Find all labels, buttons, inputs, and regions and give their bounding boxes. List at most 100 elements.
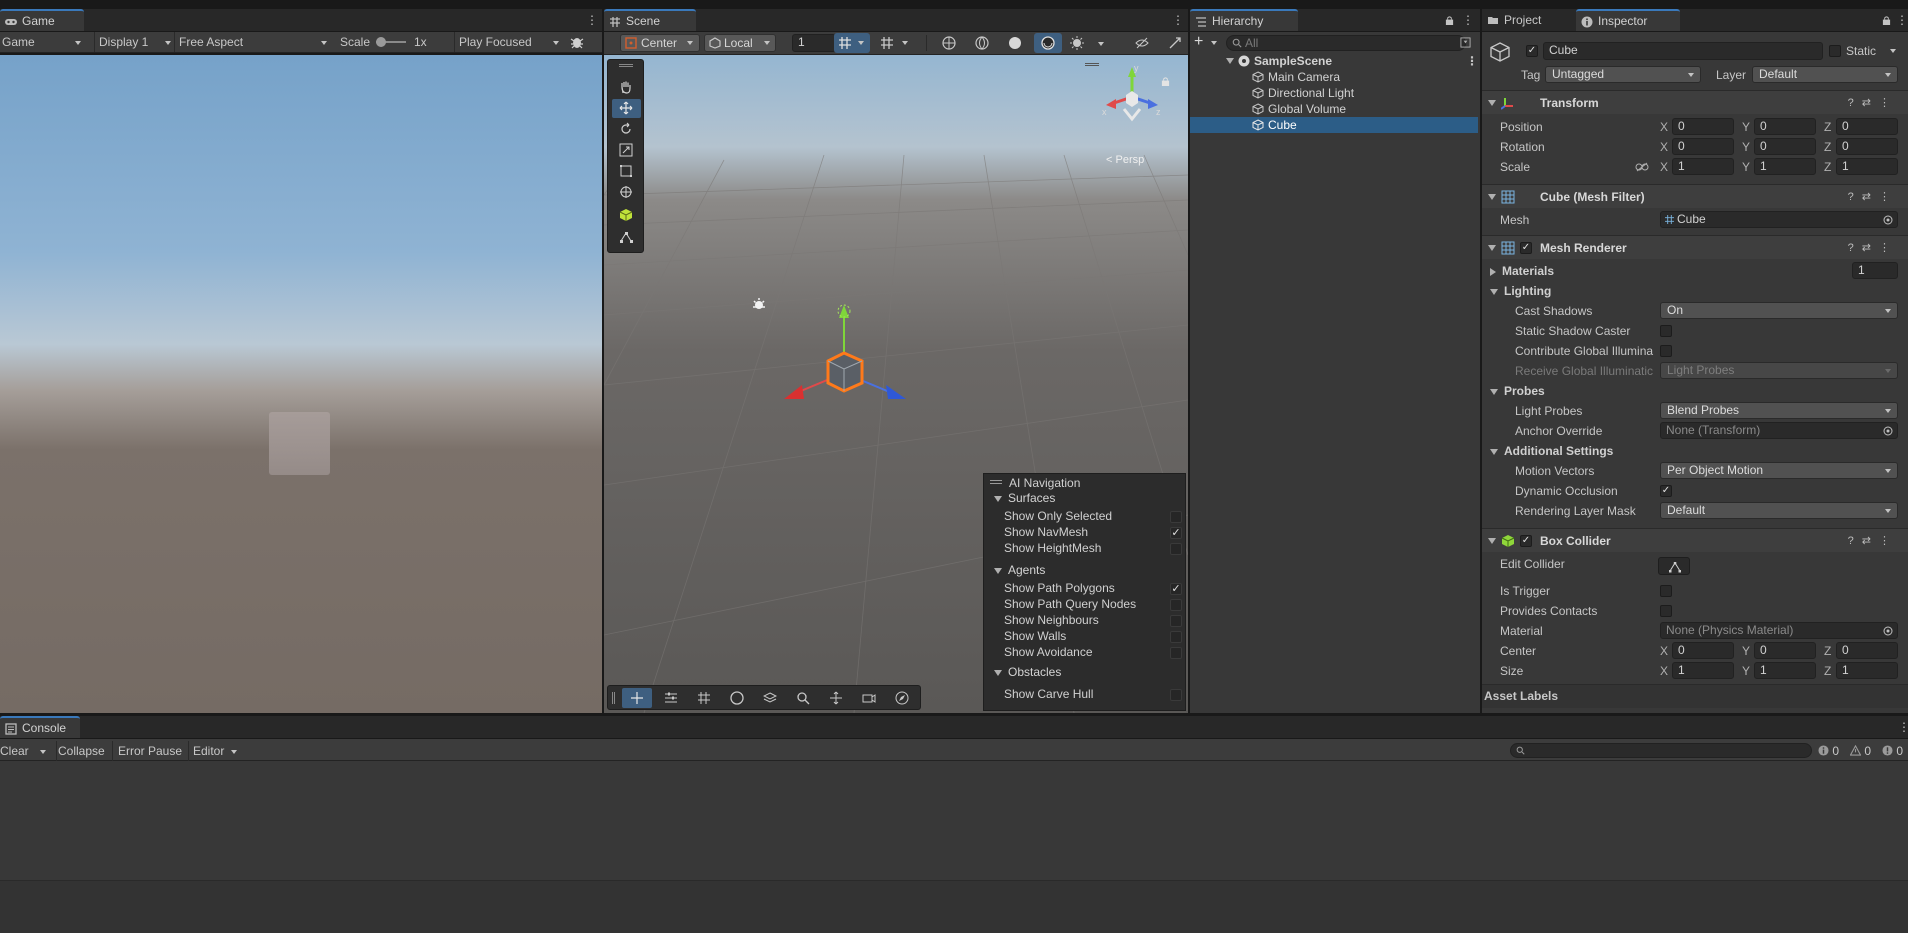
clear-button[interactable]: Clear [0, 741, 48, 761]
transform-tool-button[interactable] [612, 183, 641, 202]
tab-hierarchy[interactable]: Hierarchy [1190, 9, 1298, 31]
position-x-field[interactable]: 0 [1672, 118, 1734, 135]
obstacles-section-header[interactable]: Obstacles [994, 665, 1061, 679]
show-walls-checkbox[interactable] [1170, 631, 1182, 643]
persp-toggle[interactable]: < Persp [1106, 154, 1144, 166]
component-header-icons[interactable]: ?⇄⋮ [1848, 534, 1898, 547]
edit-collider-button[interactable] [1658, 557, 1690, 575]
tab-game[interactable]: Game [0, 9, 84, 31]
transform-header[interactable]: Transform ?⇄⋮ [1482, 90, 1908, 114]
spline-tool-button[interactable] [612, 228, 641, 247]
cast-shadows-dropdown[interactable]: On [1660, 302, 1898, 319]
scale-tool-button[interactable] [612, 141, 641, 160]
show-path-polygons-checkbox[interactable]: ✓ [1170, 583, 1182, 595]
contribute-gi-checkbox[interactable] [1660, 345, 1672, 357]
scene-row-menu-icon[interactable]: ⋮ [1466, 55, 1478, 67]
tab-inspector[interactable]: Inspector [1576, 9, 1680, 31]
tag-dropdown[interactable]: Untagged [1545, 66, 1701, 83]
mesh-renderer-header[interactable]: ✓ Mesh Renderer ?⇄⋮ [1482, 235, 1908, 259]
overlay-grip[interactable] [990, 480, 1002, 484]
show-only-selected-checkbox[interactable] [1170, 511, 1182, 523]
object-picker-icon[interactable] [1883, 426, 1893, 436]
active-checkbox[interactable]: ✓ [1526, 45, 1538, 57]
hierarchy-menu-icon[interactable]: ⋮ [1462, 14, 1474, 26]
scene-panel-menu-icon[interactable]: ⋮ [1172, 14, 1184, 26]
provides-contacts-checkbox[interactable] [1660, 605, 1672, 617]
camera-icon[interactable] [862, 691, 876, 705]
mesh-renderer-enabled-checkbox[interactable]: ✓ [1520, 242, 1532, 254]
overlay-toolbar-grip[interactable] [612, 692, 615, 704]
object-name-field[interactable]: Cube [1543, 42, 1823, 60]
dynamic-occlusion-checkbox[interactable]: ✓ [1660, 485, 1672, 497]
component-header-icons[interactable]: ?⇄⋮ [1848, 96, 1898, 109]
error-count-toggle[interactable]: 0 [1882, 741, 1903, 761]
compass-icon[interactable] [895, 691, 909, 705]
hand-tool-button[interactable] [612, 78, 641, 97]
center-z-field[interactable]: 0 [1836, 642, 1898, 659]
orientation-gizmo-menu-icon[interactable] [1085, 63, 1099, 66]
scale-z-field[interactable]: 1 [1836, 158, 1898, 175]
probes-foldout[interactable]: Probes [1490, 384, 1545, 398]
space-local-dropdown[interactable]: Local [704, 34, 776, 52]
show-carve-hull-checkbox[interactable] [1170, 689, 1182, 701]
orientation-gizmo[interactable]: y x z [1100, 63, 1164, 127]
center-x-field[interactable]: 0 [1672, 642, 1734, 659]
mesh-object-field[interactable]: Cube [1660, 211, 1898, 228]
grid-visibility-button[interactable] [834, 33, 870, 53]
scale-slider-handle[interactable] [376, 37, 386, 47]
component-header-icons[interactable]: ?⇄⋮ [1848, 190, 1898, 203]
rotation-z-field[interactable]: 0 [1836, 138, 1898, 155]
layer-dropdown[interactable]: Default [1752, 66, 1898, 83]
aspect-dropdown[interactable]: Free Aspect [174, 32, 334, 52]
grid-snap-field[interactable]: 1 [792, 34, 836, 52]
pivot-center-dropdown[interactable]: Center [620, 34, 700, 52]
object-picker-icon[interactable] [1883, 626, 1893, 636]
play-mode-dropdown[interactable]: Play Focused [454, 32, 562, 52]
settings-sliders-icon[interactable] [664, 691, 678, 705]
directional-light-gizmo[interactable] [751, 296, 767, 312]
rotation-x-field[interactable]: 0 [1672, 138, 1734, 155]
show-neighbours-checkbox[interactable] [1170, 615, 1182, 627]
hierarchy-item-directional-light[interactable]: Directional Light [1190, 85, 1478, 101]
rect-tool-button[interactable] [612, 162, 641, 181]
lighting-toggle-icon[interactable] [1070, 36, 1084, 50]
anchor-override-field[interactable]: None (Transform) [1660, 422, 1898, 439]
component-header-icons[interactable]: ?⇄⋮ [1848, 241, 1898, 254]
console-search-input[interactable] [1510, 743, 1812, 758]
game-viewport[interactable] [0, 55, 602, 713]
rotate-tool-button[interactable] [612, 120, 641, 139]
move-tool-button[interactable] [612, 99, 641, 118]
scale-x-field[interactable]: 1 [1672, 158, 1734, 175]
bug-icon[interactable] [570, 35, 584, 49]
surfaces-section-header[interactable]: Surfaces [994, 491, 1055, 505]
tool-palette-grip[interactable] [619, 64, 633, 67]
center-y-field[interactable]: 0 [1754, 642, 1816, 659]
box-collider-header[interactable]: ✓ Box Collider ?⇄⋮ [1482, 528, 1908, 552]
inspector-menu-icon[interactable]: ⋮ [1896, 14, 1908, 26]
show-avoidance-checkbox[interactable] [1170, 647, 1182, 659]
game-panel-menu-icon[interactable]: ⋮ [586, 14, 598, 26]
error-pause-toggle[interactable]: Error Pause [112, 741, 182, 761]
add-object-button[interactable]: + [1194, 34, 1220, 51]
hierarchy-item-main-camera[interactable]: Main Camera [1190, 69, 1478, 85]
scale-slider[interactable] [376, 37, 406, 47]
tab-project[interactable]: Project [1482, 9, 1572, 31]
snap-settings-button[interactable] [876, 33, 914, 53]
shaded-sphere-icon[interactable] [730, 691, 744, 705]
filter-icon[interactable] [1460, 37, 1471, 48]
position-z-field[interactable]: 0 [1836, 118, 1898, 135]
materials-count-field[interactable]: 1 [1852, 262, 1898, 279]
scale-y-field[interactable]: 1 [1754, 158, 1816, 175]
lighting-foldout[interactable]: Lighting [1490, 284, 1551, 298]
gizmos-icon[interactable] [1168, 36, 1182, 50]
hierarchy-item-cube[interactable]: Cube [1190, 117, 1478, 133]
asset-labels-bar[interactable]: Asset Labels [1482, 684, 1908, 708]
position-y-field[interactable]: 0 [1754, 118, 1816, 135]
size-x-field[interactable]: 1 [1672, 662, 1734, 679]
editor-dropdown[interactable]: Editor [188, 741, 240, 761]
warning-count-toggle[interactable]: 0 [1850, 741, 1871, 761]
search-icon[interactable] [796, 691, 810, 705]
custom-tool-button[interactable] [612, 206, 641, 225]
hierarchy-scene-row[interactable]: SampleScene ⋮ [1190, 53, 1478, 69]
lock-icon[interactable] [1445, 16, 1454, 25]
